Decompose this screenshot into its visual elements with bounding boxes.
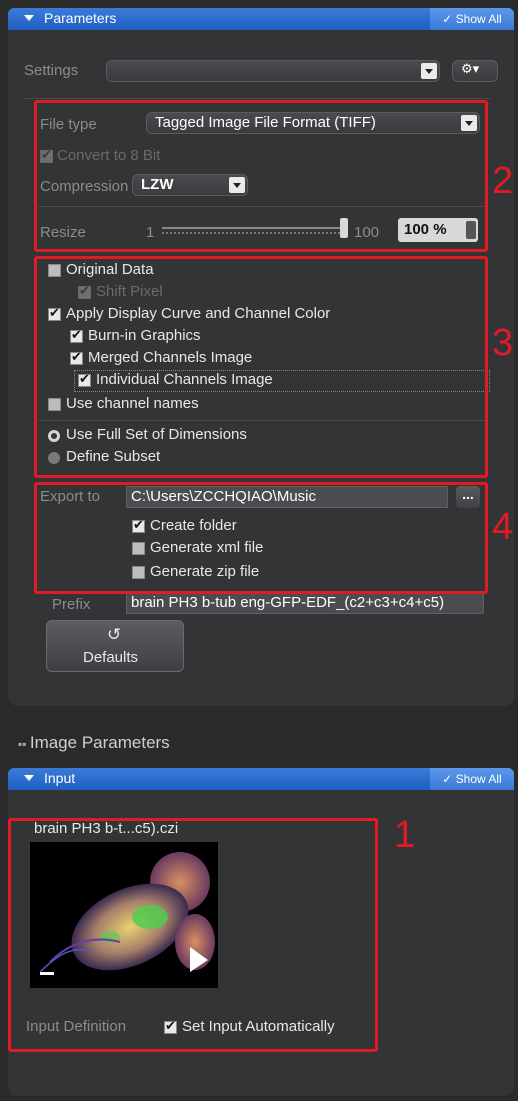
annotation-box-2 (34, 100, 488, 252)
settings-dropdown[interactable] (106, 60, 440, 82)
annotation-number-1: 1 (394, 814, 416, 856)
annotation-number-4: 4 (492, 506, 514, 548)
prefix-label: Prefix (52, 596, 91, 613)
parameters-title: Parameters (44, 10, 117, 26)
drag-handle-icon: ▪▪ (18, 737, 30, 751)
input-header[interactable]: Input ✓ Show All (8, 768, 514, 790)
annotation-box-1 (8, 818, 378, 1052)
show-all-button[interactable]: ✓ Show All (430, 768, 514, 790)
reset-icon: ↺ (107, 625, 122, 645)
show-all-button[interactable]: ✓ Show All (430, 8, 514, 30)
prefix-value: brain PH3 b-tub eng-GFP-EDF_(c2+c3+c4+c5… (131, 594, 445, 611)
annotation-box-3 (34, 256, 488, 478)
image-parameters-title: Image Parameters (29, 733, 170, 752)
chevron-down-icon (421, 63, 437, 79)
annotation-number-2: 2 (492, 160, 514, 202)
settings-gear-button[interactable]: ⚙▾ (452, 60, 498, 82)
defaults-button[interactable]: ↺ Defaults (46, 620, 184, 672)
prefix-input[interactable]: brain PH3 b-tub eng-GFP-EDF_(c2+c3+c4+c5… (126, 592, 484, 614)
parameters-header[interactable]: Parameters ✓ Show All (8, 8, 514, 30)
divider (24, 98, 490, 99)
gear-icon: ⚙▾ (461, 62, 480, 77)
annotation-number-3: 3 (492, 322, 514, 364)
collapse-triangle-icon[interactable] (24, 775, 34, 781)
defaults-label: Defaults (83, 649, 139, 666)
collapse-triangle-icon[interactable] (24, 15, 34, 21)
settings-label: Settings (24, 62, 79, 79)
image-parameters-header[interactable]: ▪▪ Image Parameters (18, 733, 170, 753)
input-title: Input (44, 770, 76, 786)
annotation-box-4 (34, 482, 488, 594)
